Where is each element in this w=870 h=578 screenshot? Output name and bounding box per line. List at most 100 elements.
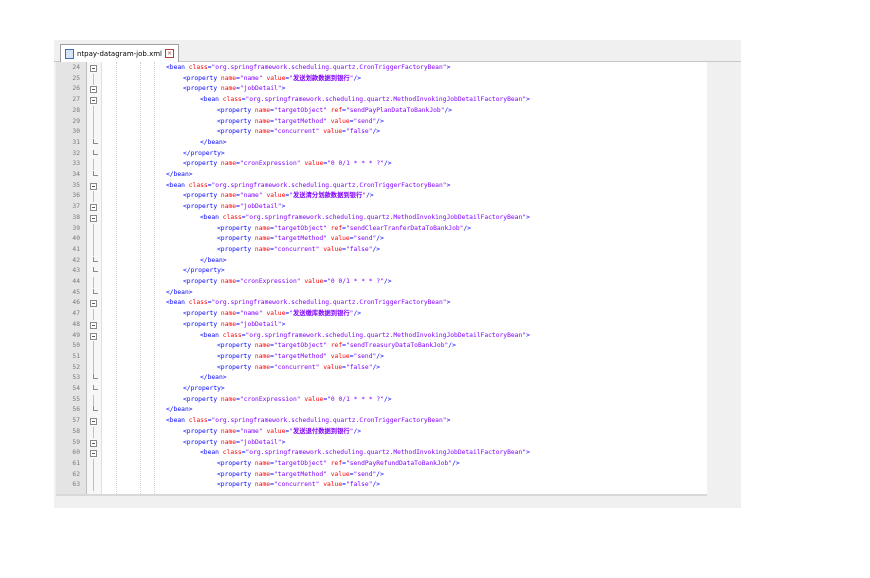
code-text: <property name="name" value="发送划款数据到银行"/… bbox=[183, 74, 361, 85]
line-number: 62 bbox=[72, 470, 80, 478]
tab-file[interactable]: ntpay-datagram-job.xml × bbox=[60, 44, 179, 62]
code-line[interactable]: 26 <property name="jobDetail"> bbox=[56, 84, 707, 95]
fold-toggle-icon[interactable] bbox=[90, 97, 97, 105]
code-line[interactable]: 44 <property name="cronExpression" value=… bbox=[56, 277, 707, 288]
code-line[interactable]: 40 <property name="targetMethod" value="s… bbox=[56, 234, 707, 246]
code-line[interactable]: 27 <bean class="org.springframework.sched… bbox=[56, 95, 707, 106]
xml-value: "targetObject" bbox=[273, 459, 331, 467]
xml-value: "org.springframework.scheduling.quartz.C… bbox=[211, 299, 447, 307]
code-line[interactable]: 59 <property name="jobDetail"> bbox=[56, 438, 707, 449]
code-line[interactable]: 54 </property> bbox=[56, 384, 707, 395]
code-line[interactable]: 43 </property> bbox=[56, 266, 707, 277]
xml-attribute: value bbox=[266, 74, 286, 82]
xml-tag: <property bbox=[217, 106, 255, 114]
fold-toggle-icon[interactable] bbox=[90, 439, 97, 447]
fold-toggle-icon[interactable] bbox=[90, 300, 97, 308]
fold-line-icon bbox=[93, 267, 98, 273]
code-line[interactable]: 52 <property name="concurrent" value="fal… bbox=[56, 362, 707, 374]
code-line[interactable]: 47 <property name="name" value="发送缴库数据到银行… bbox=[56, 309, 707, 321]
fold-toggle-icon[interactable] bbox=[90, 204, 97, 212]
code-line[interactable]: 63 <property name="concurrent" value="fal… bbox=[56, 480, 707, 492]
close-icon[interactable]: × bbox=[164, 49, 174, 58]
code-line[interactable]: 45 </bean> bbox=[56, 288, 707, 299]
code-text: <bean class="org.springframework.schedul… bbox=[166, 63, 450, 74]
code-line[interactable]: 28 <property name="targetObject" ref="sen… bbox=[56, 105, 707, 117]
code-line[interactable]: 41 <property name="concurrent" value="fal… bbox=[56, 244, 707, 256]
code-line[interactable]: 42 </bean> bbox=[56, 256, 707, 267]
xml-attribute: name bbox=[254, 224, 271, 232]
fold-toggle-icon[interactable] bbox=[90, 182, 97, 190]
code-text: <property name="concurrent" value="false… bbox=[217, 127, 380, 138]
code-line[interactable]: 49 <bean class="org.springframework.sched… bbox=[56, 331, 707, 342]
code-line[interactable]: 57 <bean class="org.springframework.sched… bbox=[56, 416, 707, 427]
line-number: 49 bbox=[72, 331, 80, 339]
code-line[interactable]: 24 <bean class="org.springframework.sched… bbox=[56, 63, 707, 74]
code-line[interactable]: 51 <property name="targetMethod" value="s… bbox=[56, 351, 707, 363]
code-line[interactable]: 33 <property name="cronExpression" value=… bbox=[56, 159, 707, 171]
xml-tag: </property> bbox=[183, 385, 225, 392]
code-line[interactable]: 32 </property> bbox=[56, 149, 707, 160]
code-line[interactable]: 39 <property name="targetObject" ref="sen… bbox=[56, 223, 707, 235]
xml-attribute: name bbox=[220, 395, 237, 403]
code-text: <property name="concurrent" value="false… bbox=[217, 480, 380, 491]
fold-line-icon bbox=[93, 127, 94, 139]
xml-tag: > bbox=[446, 417, 451, 425]
code-text: <bean class="org.springframework.schedul… bbox=[200, 95, 530, 106]
xml-tag: <property bbox=[183, 74, 221, 82]
xml-value: "sendPayRefundDataToBankJob" bbox=[345, 459, 453, 467]
code-line[interactable]: 58 <property name="name" value="发送退付数据到银行… bbox=[56, 426, 707, 438]
xml-value: "0 0/1 * * * ?" bbox=[327, 278, 384, 285]
code-line[interactable]: 29 <property name="targetMethod" value="s… bbox=[56, 116, 707, 128]
xml-tag: > bbox=[281, 85, 286, 93]
line-number: 61 bbox=[72, 459, 80, 467]
fold-toggle-icon[interactable] bbox=[90, 65, 97, 72]
xml-attribute: ref bbox=[330, 224, 343, 232]
xml-value: "false" bbox=[345, 128, 373, 136]
fold-toggle-icon[interactable] bbox=[90, 86, 97, 94]
xml-tag: > bbox=[526, 331, 530, 339]
code-line[interactable]: 38 <bean class="org.springframework.sched… bbox=[56, 213, 707, 224]
code-editor[interactable]: 24 <bean class="org.springframework.sched… bbox=[56, 62, 707, 496]
fold-toggle-icon[interactable] bbox=[90, 214, 97, 222]
code-line[interactable]: 56 </bean> bbox=[56, 405, 707, 416]
xml-value: "sendPayPlanDataToBankJob" bbox=[345, 106, 445, 114]
xml-tag: </bean> bbox=[166, 171, 193, 178]
code-line[interactable]: 61 <property name="targetObject" ref="sen… bbox=[56, 458, 707, 470]
code-line[interactable]: 31 </bean> bbox=[56, 138, 707, 149]
xml-value: "concurrent" bbox=[273, 481, 324, 489]
code-line[interactable]: 37 <property name="jobDetail"> bbox=[56, 202, 707, 213]
xml-text-chinese: 发送缴库数据到银行 bbox=[293, 310, 350, 318]
xml-attribute: class bbox=[222, 213, 242, 221]
code-line[interactable]: 30 <property name="concurrent" value="fal… bbox=[56, 127, 707, 139]
code-text: <property name="name" value="发送退付数据到银行"/… bbox=[183, 427, 361, 438]
xml-tag: <property bbox=[183, 310, 221, 318]
xml-value: "false" bbox=[345, 245, 373, 253]
xml-tag: <property bbox=[217, 481, 255, 489]
fold-toggle-icon[interactable] bbox=[90, 450, 97, 458]
code-line[interactable]: 36 <property name="name" value="发送清分划款数据到… bbox=[56, 191, 707, 203]
line-number: 34 bbox=[72, 171, 80, 178]
fold-toggle-icon[interactable] bbox=[90, 332, 97, 340]
line-number: 45 bbox=[72, 288, 80, 296]
code-line[interactable]: 48 <property name="jobDetail"> bbox=[56, 320, 707, 331]
line-number: 54 bbox=[72, 385, 80, 392]
code-line[interactable]: 53 </bean> bbox=[56, 373, 707, 384]
code-text: </bean> bbox=[200, 373, 227, 384]
xml-tag: </bean> bbox=[200, 138, 227, 146]
fold-toggle-icon[interactable] bbox=[90, 418, 97, 426]
fold-line-icon bbox=[93, 406, 98, 412]
xml-tag: <property bbox=[217, 470, 255, 478]
code-line[interactable]: 62 <property name="targetMethod" value="s… bbox=[56, 469, 707, 481]
xml-value: "org.springframework.scheduling.quartz.C… bbox=[211, 417, 447, 425]
code-text: <property name="targetObject" ref="sendP… bbox=[217, 106, 452, 117]
code-line[interactable]: 46 <bean class="org.springframework.sched… bbox=[56, 298, 707, 309]
code-line[interactable]: 50 <property name="targetObject" ref="sen… bbox=[56, 341, 707, 353]
fold-toggle-icon[interactable] bbox=[90, 321, 97, 329]
code-line[interactable]: 25 <property name="name" value="发送划款数据到银行… bbox=[56, 73, 707, 85]
xml-tag: <bean bbox=[166, 64, 189, 71]
code-line[interactable]: 35 <bean class="org.springframework.sched… bbox=[56, 181, 707, 192]
code-line[interactable]: 34 </bean> bbox=[56, 170, 707, 181]
xml-value: "targetMethod" bbox=[273, 470, 331, 478]
code-line[interactable]: 55 <property name="cronExpression" value=… bbox=[56, 394, 707, 406]
code-line[interactable]: 60 <bean class="org.springframework.sched… bbox=[56, 448, 707, 459]
